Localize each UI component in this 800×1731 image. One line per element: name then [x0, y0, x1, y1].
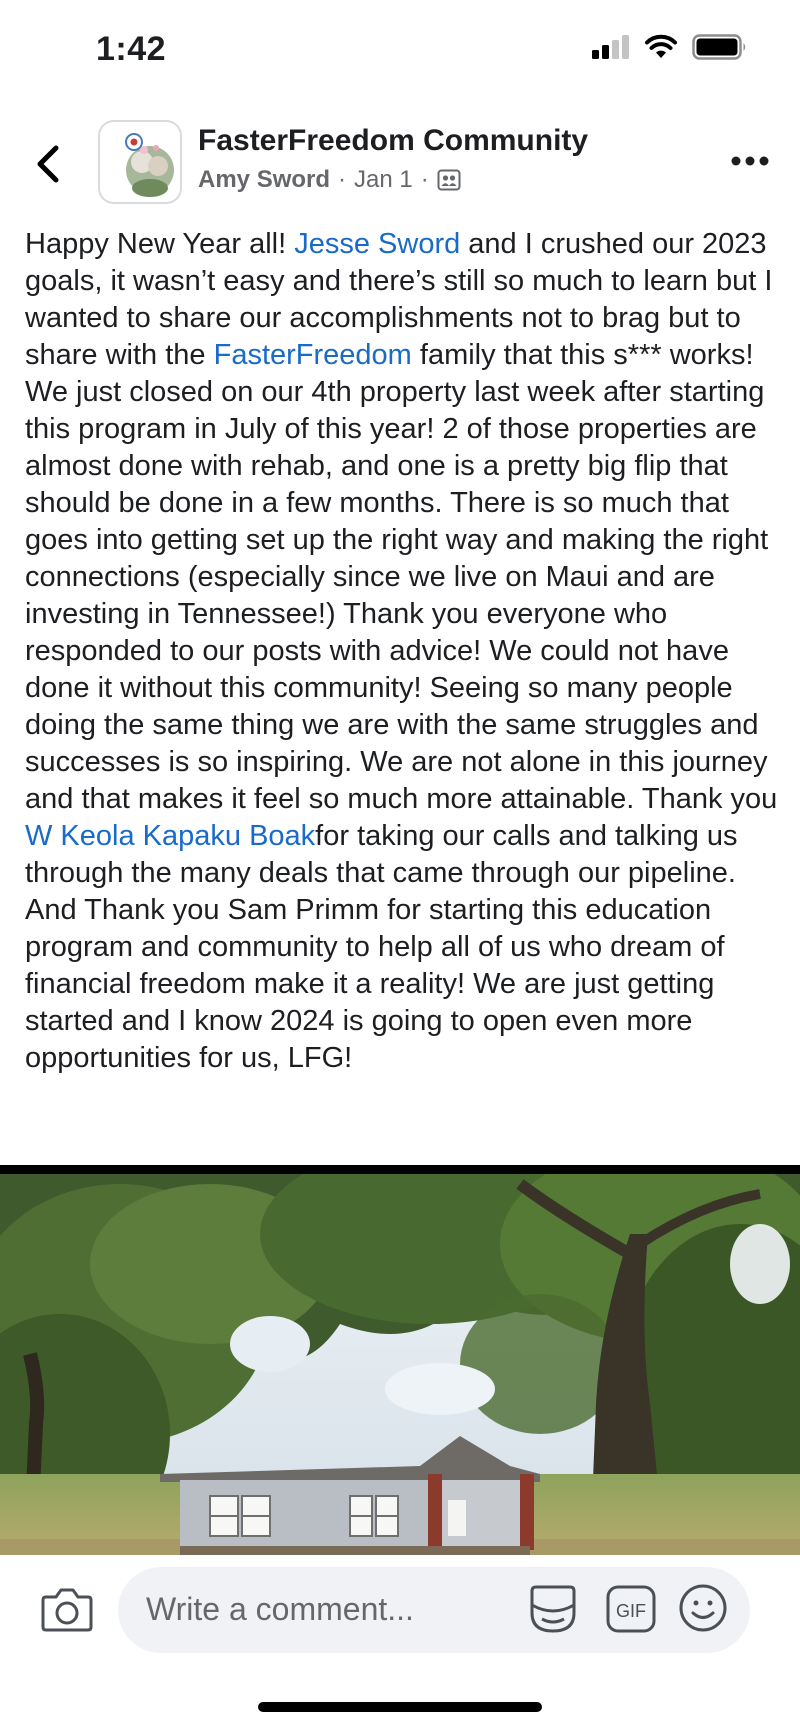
gif-icon[interactable]: GIF — [606, 1585, 656, 1633]
group-name[interactable]: FasterFreedom Community — [198, 124, 588, 158]
post-date[interactable]: Jan 1 — [354, 166, 413, 194]
meta-separator: · — [338, 166, 347, 193]
gif-label: GIF — [616, 1601, 646, 1621]
meta-separator: · — [420, 166, 429, 193]
group-avatar[interactable] — [98, 120, 182, 204]
avatar-image — [100, 122, 180, 202]
post-text-segment: for taking our calls and talking us thro… — [25, 820, 738, 1074]
house-photo-image — [0, 1174, 800, 1555]
back-chevron-icon[interactable] — [30, 142, 70, 186]
group-icon — [437, 169, 461, 191]
post-meta: Amy Sword · Jan 1 · — [198, 166, 461, 194]
post-photo[interactable] — [0, 1165, 800, 1555]
more-icon[interactable] — [730, 154, 770, 168]
comment-input[interactable]: Write a comment... GIF — [118, 1567, 750, 1653]
post-text-segment: Happy New Year all! — [25, 228, 295, 260]
group-link[interactable]: FasterFreedom — [214, 339, 412, 371]
status-icons — [592, 34, 748, 60]
post-header: FasterFreedom Community Amy Sword · Jan … — [0, 112, 800, 208]
emoji-icon[interactable] — [678, 1583, 728, 1633]
signal-icon — [592, 35, 629, 59]
post-text-segment: family that this s*** works! We just clo… — [25, 339, 778, 815]
battery-icon — [692, 34, 746, 60]
comment-bar: Write a comment... GIF — [0, 1555, 800, 1731]
camera-icon[interactable] — [40, 1585, 94, 1633]
wifi-icon — [645, 34, 677, 58]
status-time: 1:42 — [96, 30, 167, 68]
author-name[interactable]: Amy Sword — [198, 166, 330, 194]
comment-placeholder: Write a comment... — [146, 1591, 414, 1627]
mention-link[interactable]: W Keola Kapaku Boak — [25, 820, 315, 852]
mention-link[interactable]: Jesse Sword — [294, 228, 460, 260]
home-indicator — [258, 1702, 542, 1712]
status-bar: 1:42 — [0, 0, 800, 100]
sticker-icon[interactable] — [528, 1583, 578, 1635]
post-text: Happy New Year all! Jesse Sword and I cr… — [25, 226, 785, 1077]
